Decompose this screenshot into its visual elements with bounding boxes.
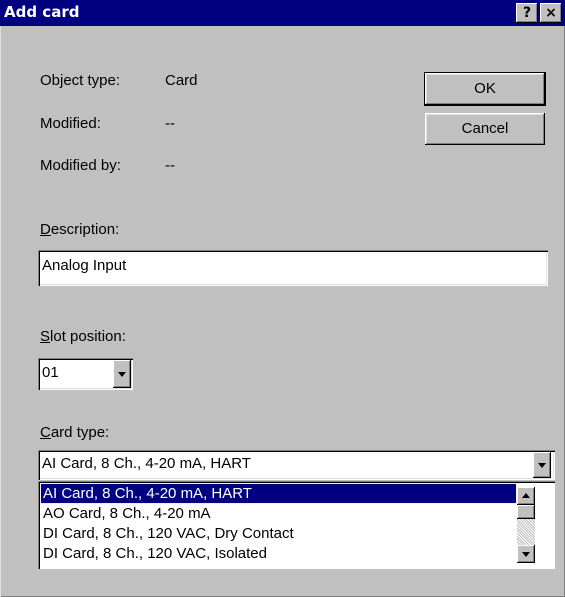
add-card-dialog: Add card ? × Object type: Card Modified:… — [0, 0, 565, 597]
scrollbar-thumb[interactable] — [517, 505, 535, 519]
cancel-button[interactable]: Cancel — [425, 113, 545, 145]
list-item[interactable]: DI Card, 8 Ch., 120 VAC, Isolated — [41, 544, 516, 563]
description-input-value: Analog Input — [42, 257, 127, 274]
slot-position-label-accel: S — [40, 328, 51, 345]
window-title: Add card — [4, 3, 80, 21]
help-icon[interactable]: ? — [516, 3, 538, 23]
chevron-down-icon[interactable] — [113, 360, 131, 388]
card-type-list[interactable]: AI Card, 8 Ch., 4-20 mA, HART AO Card, 8… — [38, 481, 555, 569]
list-item[interactable]: AI Card, 8 Ch., 4-20 mA, HART — [40, 483, 517, 504]
description-label-rest: escription: — [50, 221, 120, 238]
modified-label: Modified: — [40, 115, 101, 132]
slot-position-value: 01 — [42, 364, 59, 381]
card-type-select[interactable]: AI Card, 8 Ch., 4-20 mA, HART — [38, 450, 555, 480]
card-type-label: Card type: — [40, 424, 109, 441]
list-item[interactable]: AO Card, 8 Ch., 4-20 mA — [41, 504, 516, 523]
slot-position-label: Slot position: — [40, 328, 126, 345]
scroll-down-icon[interactable] — [517, 545, 535, 563]
list-item[interactable]: DI Card, 8 Ch., 120 VAC, Dry Contact — [41, 524, 516, 543]
modified-by-value: -- — [165, 157, 175, 174]
slot-position-select[interactable]: 01 — [38, 358, 133, 390]
card-type-value: AI Card, 8 Ch., 4-20 mA, HART — [42, 455, 251, 472]
ok-button[interactable]: OK — [424, 72, 546, 106]
object-type-value: Card — [165, 72, 198, 89]
scroll-up-icon[interactable] — [517, 487, 535, 505]
description-label: Description: — [40, 221, 119, 238]
modified-by-label: Modified by: — [40, 157, 121, 174]
description-input[interactable]: Analog Input — [38, 250, 548, 286]
close-icon[interactable]: × — [540, 3, 562, 23]
object-type-label: Object type: — [40, 72, 121, 89]
title-bar[interactable]: Add card ? × — [0, 0, 565, 26]
card-type-label-rest: ard type: — [50, 424, 110, 441]
slot-position-label-rest: lot position: — [50, 328, 126, 345]
description-label-accel: D — [40, 221, 51, 238]
card-type-label-accel: C — [40, 424, 51, 441]
chevron-down-icon[interactable] — [533, 452, 551, 478]
modified-value: -- — [165, 115, 175, 132]
scrollbar-track[interactable] — [517, 519, 535, 545]
